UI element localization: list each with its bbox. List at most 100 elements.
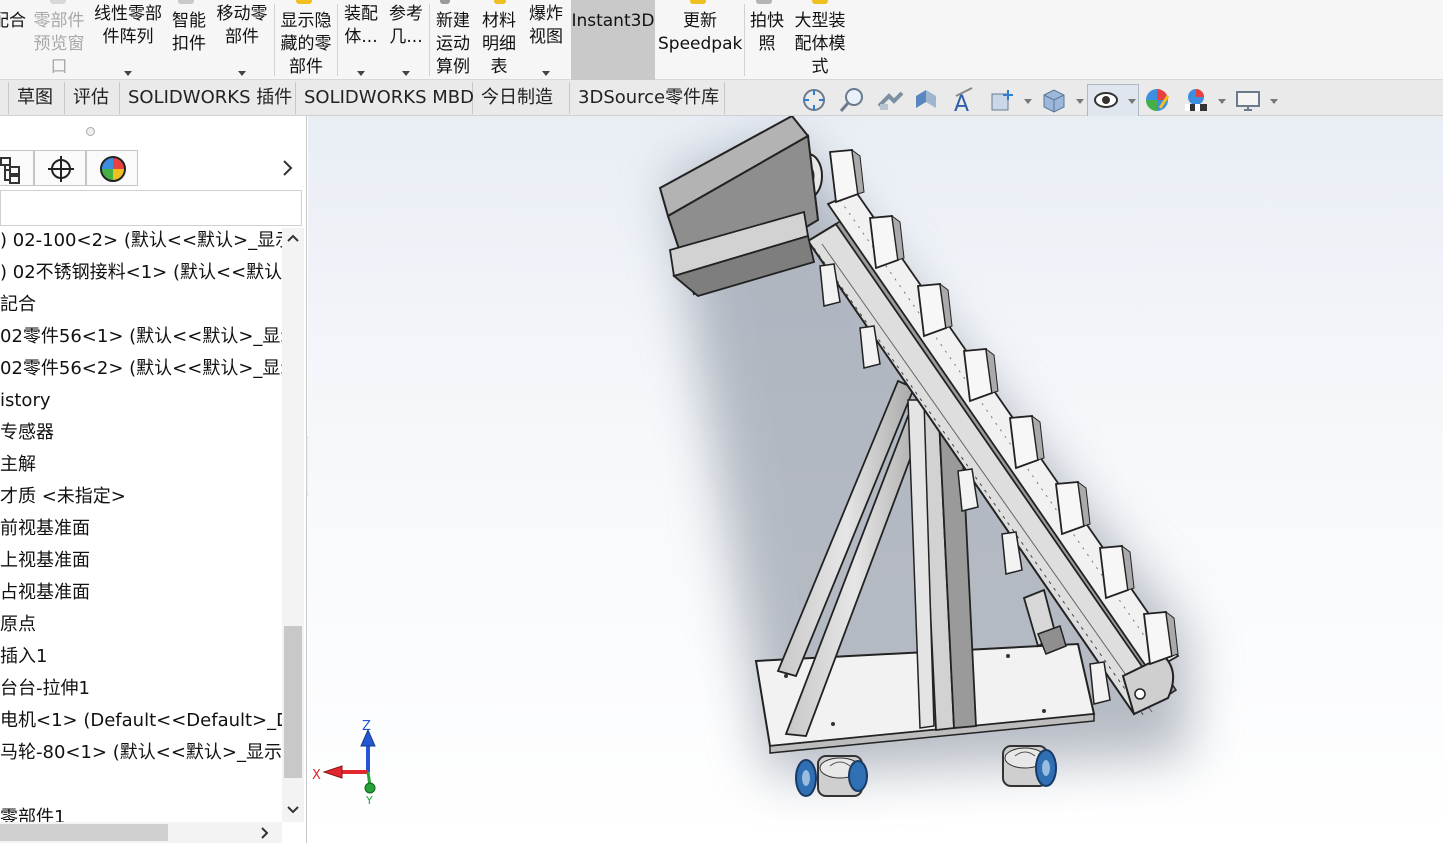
apply-scene-dropdown-icon[interactable] xyxy=(1218,99,1226,104)
new-motion-study-button[interactable]: 新建 运动 算例 xyxy=(431,0,475,80)
tree-item[interactable]: 电机<1> (Default<<Default>_Disp xyxy=(0,706,282,736)
bucket xyxy=(1054,480,1091,536)
crosshair-icon xyxy=(48,156,74,182)
tree-item[interactable]: 上视基准面 xyxy=(0,546,282,576)
scroll-down-icon[interactable] xyxy=(285,804,301,816)
assembly-features-button[interactable]: 装配 体... xyxy=(339,0,383,80)
dynamic-annotation-icon[interactable]: A xyxy=(950,86,978,114)
update-speedpak-button[interactable]: 更新 Speedpak xyxy=(658,0,742,80)
tab-today-manufacturing[interactable]: 今日制造 xyxy=(473,82,570,114)
tree-item[interactable]: 专感器 xyxy=(0,418,282,448)
tree-item[interactable]: 02零件56<1> (默认<<默认>_显示 xyxy=(0,322,282,352)
tree-icon xyxy=(0,157,20,184)
display-manager-tab[interactable] xyxy=(86,150,138,186)
triad-z-label: Z xyxy=(362,719,371,734)
exploded-view-dropdown-icon[interactable] xyxy=(542,71,550,76)
tree-item[interactable]: istory xyxy=(0,386,282,416)
tree-item[interactable]: 才质 <未指定> xyxy=(0,482,282,512)
chevron-right-icon[interactable] xyxy=(280,158,296,178)
bill-of-materials-button[interactable]: 材料 明细 表 xyxy=(476,0,522,80)
panel-grip-icon[interactable] xyxy=(86,127,95,136)
tree-item[interactable] xyxy=(0,770,282,800)
zoom-to-fit-icon[interactable] xyxy=(800,86,828,114)
bucket xyxy=(962,347,999,403)
coordinate-triad: Z X Y xyxy=(312,719,376,807)
bucket xyxy=(916,282,953,338)
smart-fastener-button[interactable]: 智能 扣件 xyxy=(168,0,210,80)
feature-manager-tree-tab[interactable] xyxy=(0,150,34,186)
bucket xyxy=(828,148,865,204)
hide-show-items-icon[interactable] xyxy=(1092,86,1120,114)
feature-manager-panel: ) 02-100<2> (默认<<默认>_显示 ) 02不锈钢接料<1> (默认… xyxy=(0,116,307,843)
display-style-dropdown-icon[interactable] xyxy=(1076,99,1084,104)
ribbon-separator xyxy=(274,4,275,76)
reference-geometry-dropdown-icon[interactable] xyxy=(402,71,410,76)
view-orientation-icon[interactable] xyxy=(988,86,1016,114)
assembly-features-dropdown-icon[interactable] xyxy=(357,71,365,76)
bucket xyxy=(868,214,905,270)
hide-show-items-dropdown-icon[interactable] xyxy=(1128,99,1136,104)
triad-y-label: Y xyxy=(365,794,373,807)
command-manager-ribbon: 配合 零部件 预览窗 口 线性零部 件阵列 智能 扣件 移动零 部件 显示隐 藏… xyxy=(0,0,1443,80)
bucket xyxy=(1008,414,1045,470)
caster-wheel-left[interactable] xyxy=(795,755,868,797)
tab-solidworks-mbd[interactable]: SOLIDWORKS MBD xyxy=(296,82,474,114)
tree-filter-input[interactable] xyxy=(0,190,302,226)
apply-scene-icon[interactable] xyxy=(1182,86,1210,114)
edit-appearance-icon[interactable] xyxy=(1144,86,1172,114)
move-component-button[interactable]: 移动零 部件 xyxy=(212,0,272,80)
component-preview-button[interactable]: 零部件 预览窗 口 xyxy=(30,0,88,80)
tab-sketch[interactable]: 草图 xyxy=(8,82,65,114)
vertical-scroll-thumb[interactable] xyxy=(284,626,302,778)
caster-wheel-right[interactable] xyxy=(1002,745,1057,787)
tree-item[interactable]: 原点 xyxy=(0,610,282,640)
tree-horizontal-scrollbar[interactable] xyxy=(0,822,282,843)
view-settings-dropdown-icon[interactable] xyxy=(1270,99,1278,104)
linear-pattern-dropdown-icon[interactable] xyxy=(124,71,132,76)
section-view-icon[interactable] xyxy=(912,86,940,114)
reference-geometry-button[interactable]: 参考 几... xyxy=(384,0,428,80)
command-manager-tabs: 草图 评估 SOLIDWORKS 插件 SOLIDWORKS MBD 今日制造 … xyxy=(0,80,1443,116)
tree-item[interactable]: ) 02-100<2> (默认<<默认>_显示 xyxy=(0,226,282,256)
zoom-to-area-icon[interactable] xyxy=(838,86,866,114)
linear-pattern-button[interactable]: 线性零部 件阵列 xyxy=(90,0,166,80)
bucket xyxy=(1098,544,1135,600)
ribbon-separator xyxy=(744,4,745,76)
tab-evaluate[interactable]: 评估 xyxy=(65,82,120,114)
horizontal-scroll-thumb[interactable] xyxy=(0,824,168,841)
dimxpert-manager-tab[interactable] xyxy=(34,150,86,186)
scroll-right-icon[interactable] xyxy=(258,826,272,840)
tree-item[interactable]: 02零件56<2> (默认<<默认>_显示 xyxy=(0,354,282,384)
tree-item[interactable]: 占视基准面 xyxy=(0,578,282,608)
triad-x-label: X xyxy=(312,768,321,783)
tree-vertical-scrollbar[interactable] xyxy=(282,228,304,822)
conveyor-assembly-model[interactable]: Z X Y xyxy=(308,116,1443,843)
take-snapshot-button[interactable]: 拍快 照 xyxy=(746,0,788,80)
tree-item[interactable]: 马轮-80<1> (默认<<默认>_显示状 xyxy=(0,738,282,768)
tab-3dsource[interactable]: 3DSource零件库 xyxy=(570,82,725,114)
tree-item[interactable]: 插入1 xyxy=(0,642,282,672)
move-component-dropdown-icon[interactable] xyxy=(238,71,246,76)
tree-item[interactable]: 零部件1 xyxy=(0,802,282,822)
graphics-viewport[interactable]: Z X Y xyxy=(308,116,1443,843)
tree-item[interactable]: 台台-拉伸1 xyxy=(0,674,282,704)
instant3d-button[interactable]: Instant3D xyxy=(571,0,655,80)
large-assembly-mode-button[interactable]: 大型装 配体模 式 xyxy=(790,0,850,80)
tree-item[interactable]: 主解 xyxy=(0,450,282,480)
tree-item[interactable]: 記合 xyxy=(0,290,282,320)
ribbon-separator xyxy=(337,4,338,76)
scroll-up-icon[interactable] xyxy=(285,232,301,244)
tree-item[interactable]: ) 02不锈钢接料<1> (默认<<默认> xyxy=(0,258,282,288)
tree-item[interactable]: 前视基准面 xyxy=(0,514,282,544)
bucket xyxy=(1142,610,1179,666)
display-style-icon[interactable] xyxy=(1040,86,1068,114)
mate-button[interactable]: 配合 xyxy=(0,0,26,80)
previous-view-icon[interactable] xyxy=(876,86,904,114)
tab-solidworks-addins[interactable]: SOLIDWORKS 插件 xyxy=(120,82,296,114)
ribbon-separator xyxy=(429,4,430,76)
show-hidden-components-button[interactable]: 显示隐 藏的零 部件 xyxy=(276,0,336,80)
exploded-view-button[interactable]: 爆炸 视图 xyxy=(524,0,568,80)
view-orientation-dropdown-icon[interactable] xyxy=(1024,99,1032,104)
appearance-sphere-icon xyxy=(100,156,126,182)
view-settings-icon[interactable] xyxy=(1234,86,1262,114)
